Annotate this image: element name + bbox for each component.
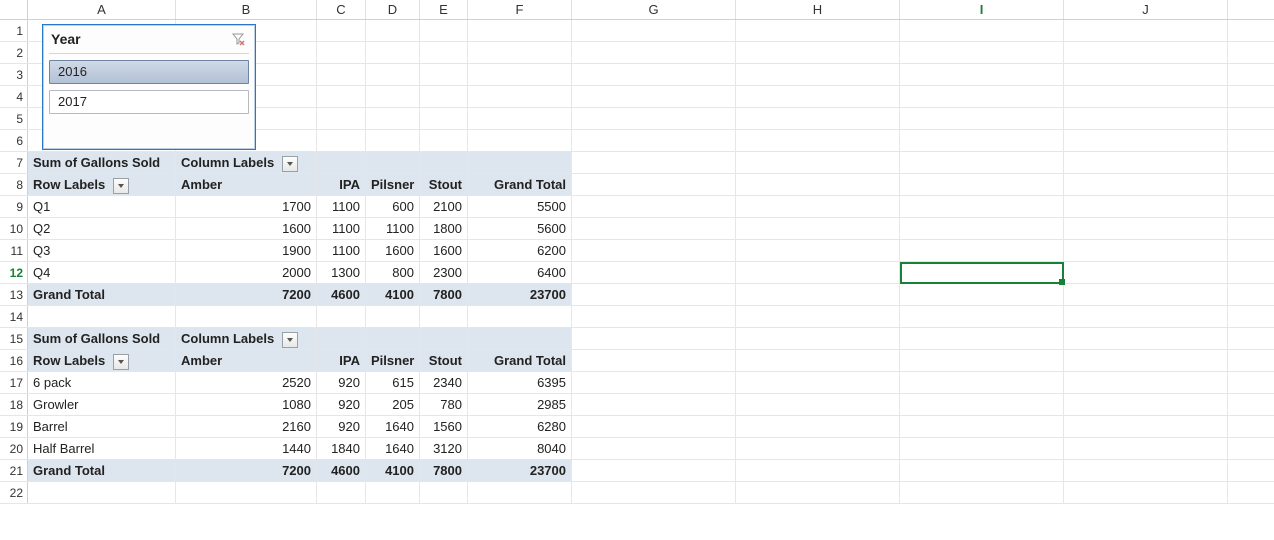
pivot2-row-label: Growler — [28, 394, 176, 415]
pivot1-col-filter-button[interactable] — [282, 156, 298, 172]
pivot1-row-filter-button[interactable] — [113, 178, 129, 194]
slicer-item-2017[interactable]: 2017 — [49, 90, 249, 114]
pivot2-measure-label: Sum of Gallons Sold — [28, 328, 176, 349]
pivot1-column-field[interactable]: Column Labels — [176, 152, 317, 173]
pivot1-measure-label: Sum of Gallons Sold — [28, 152, 176, 173]
col-header-B[interactable]: B — [176, 0, 317, 19]
col-header-F[interactable]: F — [468, 0, 572, 19]
col-header-G[interactable]: G — [572, 0, 736, 19]
pivot1-row-field[interactable]: Row Labels — [28, 174, 176, 195]
col-header-C[interactable]: C — [317, 0, 366, 19]
pivot2-row-field[interactable]: Row Labels — [28, 350, 176, 371]
pivot1-row-label: Q3 — [28, 240, 176, 261]
slicer-year[interactable]: Year 2016 2017 — [42, 24, 256, 150]
col-header-J[interactable]: J — [1064, 0, 1228, 19]
pivot2-row-filter-button[interactable] — [113, 354, 129, 370]
pivot1-col-0: Amber — [176, 174, 317, 195]
pivot1-row-label: Q2 — [28, 218, 176, 239]
col-header-D[interactable]: D — [366, 0, 420, 19]
col-header-H[interactable]: H — [736, 0, 900, 19]
slicer-clear-filter-icon[interactable] — [229, 31, 247, 47]
pivot1-row-label: Q1 — [28, 196, 176, 217]
pivot2-column-field[interactable]: Column Labels — [176, 328, 317, 349]
pivot1-col-1: IPA — [317, 174, 366, 195]
pivot2-row-label: Barrel — [28, 416, 176, 437]
pivot2-row-label: Half Barrel — [28, 438, 176, 459]
spreadsheet-sheet: A B C D E F G H I J 1 2 3 4 5 6 7 Sum of… — [0, 0, 1274, 540]
col-header-I[interactable]: I — [900, 0, 1064, 19]
pivot1-row-label: Q4 — [28, 262, 176, 283]
pivot1-col-3: Stout — [420, 174, 468, 195]
column-header-row: A B C D E F G H I J — [0, 0, 1274, 20]
col-header-A[interactable]: A — [28, 0, 176, 19]
pivot2-col-filter-button[interactable] — [282, 332, 298, 348]
select-all-corner[interactable] — [0, 0, 28, 19]
pivot2-grand-total-label: Grand Total — [28, 460, 176, 481]
col-header-E[interactable]: E — [420, 0, 468, 19]
pivot2-row-label: 6 pack — [28, 372, 176, 393]
pivot1-grand-total-label: Grand Total — [28, 284, 176, 305]
pivot1-col-4: Grand Total — [468, 174, 572, 195]
slicer-item-2016[interactable]: 2016 — [49, 60, 249, 84]
slicer-title: Year — [51, 31, 81, 47]
pivot1-col-2: Pilsner — [366, 174, 420, 195]
